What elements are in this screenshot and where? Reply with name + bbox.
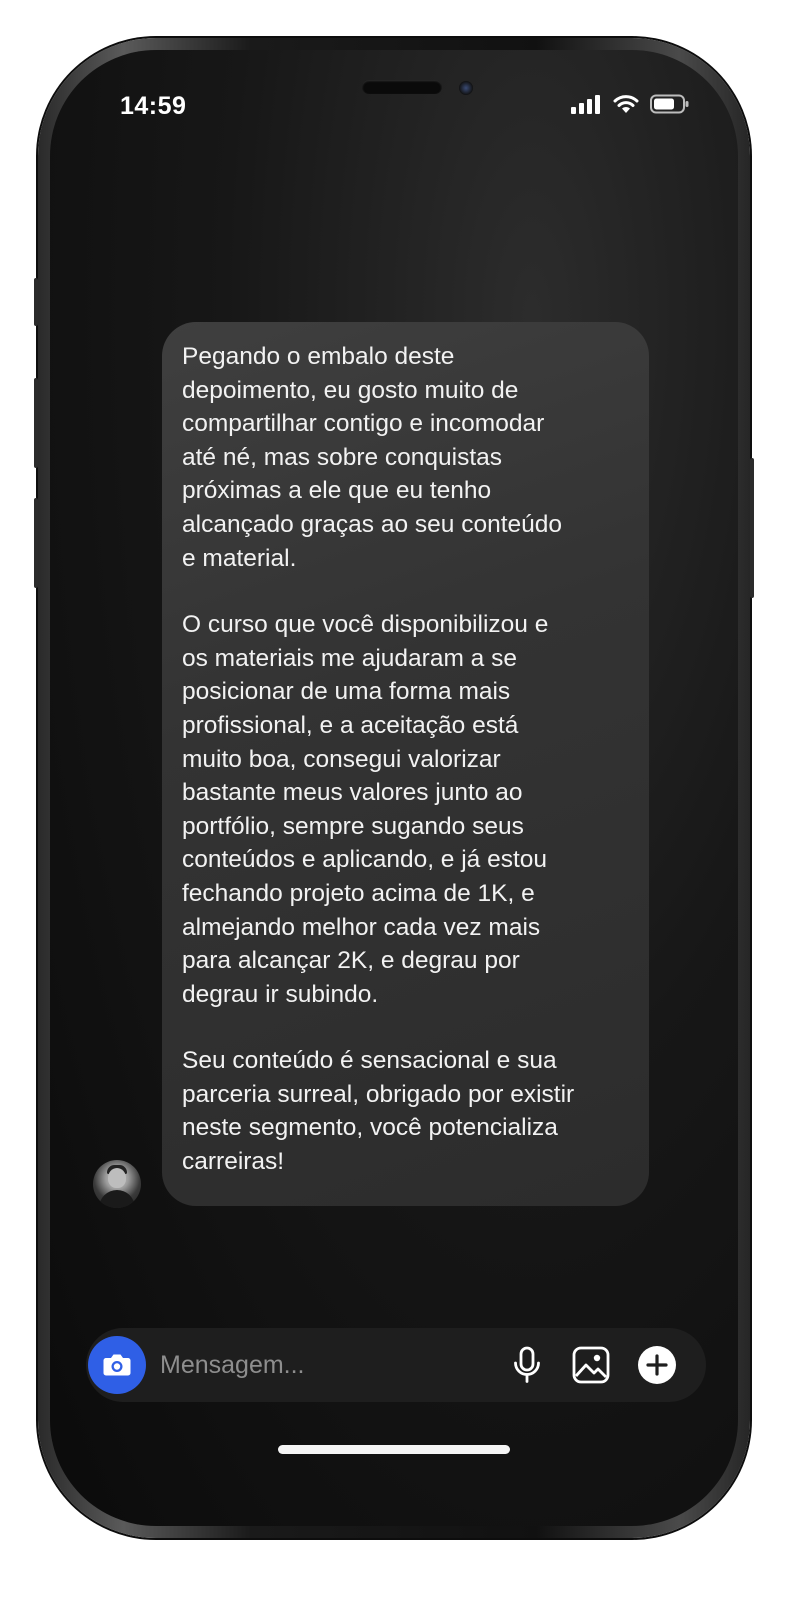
home-indicator[interactable]	[278, 1445, 510, 1454]
avatar-body	[99, 1190, 135, 1208]
add-button[interactable]	[636, 1344, 678, 1386]
battery-icon	[650, 94, 689, 114]
mute-switch	[34, 278, 38, 326]
cellular-signal-icon	[571, 95, 600, 114]
message-composer	[86, 1328, 706, 1402]
volume-down-button	[34, 498, 38, 588]
sender-avatar[interactable]	[93, 1160, 141, 1208]
front-camera	[459, 81, 473, 95]
microphone-button[interactable]	[506, 1344, 548, 1386]
phone-screen: 14:59 Pegando o embalo deste depoimento,…	[50, 50, 738, 1526]
status-time: 14:59	[120, 92, 187, 120]
volume-up-button	[34, 378, 38, 468]
microphone-icon	[514, 1346, 540, 1383]
camera-button[interactable]	[88, 1336, 146, 1394]
camera-icon	[103, 1354, 131, 1376]
message-bubble[interactable]: Pegando o embalo deste depoimento, eu go…	[162, 322, 649, 1206]
power-button	[750, 458, 754, 598]
avatar-head	[108, 1168, 126, 1188]
plus-circle-icon	[638, 1346, 676, 1384]
message-input[interactable]	[160, 1347, 490, 1383]
message-paragraph-3: Seu conteúdo é sensacional e sua parceri…	[182, 1047, 575, 1176]
status-icons	[570, 94, 690, 114]
image-icon	[572, 1346, 610, 1384]
gallery-button[interactable]	[570, 1344, 612, 1386]
earpiece-speaker	[362, 80, 442, 94]
message-paragraph-1: Pegando o embalo deste depoimento, eu go…	[182, 343, 563, 572]
message-paragraph-2: O curso que você disponibilizou e os mat…	[182, 611, 549, 1008]
wifi-icon	[613, 95, 639, 113]
